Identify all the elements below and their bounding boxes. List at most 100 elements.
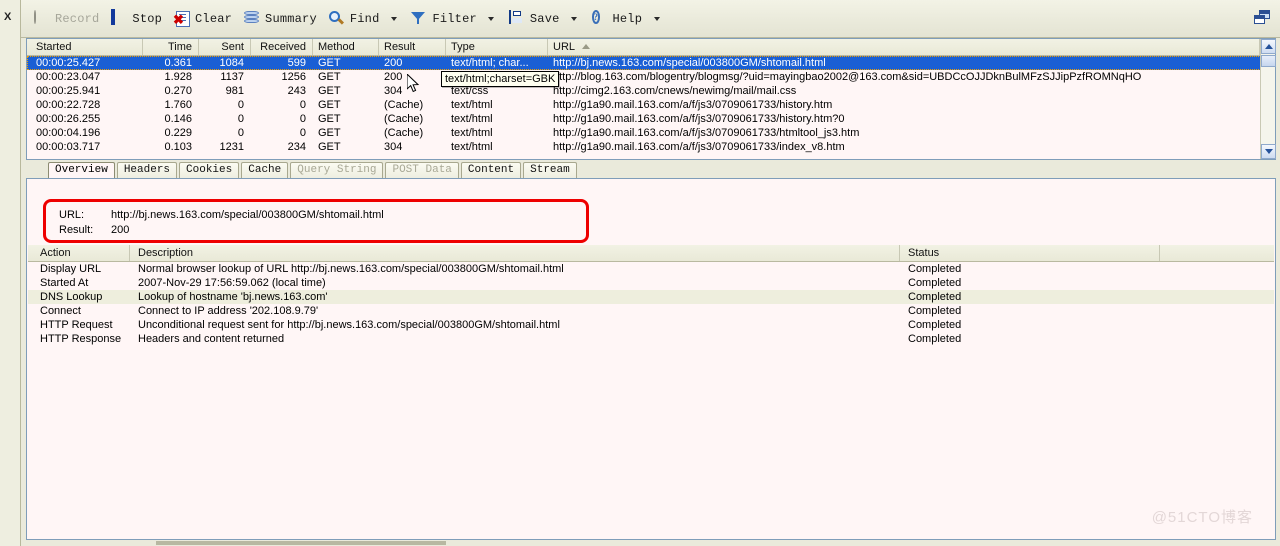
requests-grid-header: Started Time Sent Received Method Result Type U… (27, 39, 1275, 56)
summary-button[interactable]: Summary (239, 6, 322, 32)
request-cell-result: (Cache) (379, 112, 446, 126)
close-icon[interactable]: X (4, 12, 11, 23)
stop-label: Stop (132, 12, 162, 26)
column-header-sent[interactable]: Sent (199, 39, 251, 56)
tab-cache[interactable]: Cache (241, 162, 288, 178)
request-cell-method: GET (313, 70, 379, 84)
column-header-started[interactable]: Started (31, 39, 143, 56)
request-cell-sent: 0 (199, 112, 251, 126)
action-cell-action: HTTP Request (32, 318, 130, 332)
column-header-result[interactable]: Result (379, 39, 446, 56)
save-button[interactable]: Save (504, 6, 565, 32)
request-cell-method: GET (313, 126, 379, 140)
action-table-header: ActionDescriptionStatus (28, 245, 1274, 262)
action-cell-description: Headers and content returned (130, 332, 900, 346)
column-header-label: Started (36, 41, 71, 53)
filter-dropdown-arrow[interactable] (485, 8, 498, 30)
tab-content[interactable]: Content (461, 162, 521, 178)
help-label: Help (613, 12, 643, 26)
scroll-thumb[interactable] (1261, 55, 1276, 67)
action-cell-status: Completed (900, 276, 1160, 290)
request-cell-type: text/html (446, 98, 548, 112)
request-cell-result: 200 (379, 56, 446, 70)
request-cell-result: (Cache) (379, 126, 446, 140)
action-cell-description: Lookup of hostname 'bj.news.163.com' (130, 290, 900, 304)
stop-button[interactable]: Stop (106, 6, 167, 32)
column-header-label: Method (318, 41, 355, 53)
find-dropdown-arrow[interactable] (387, 8, 400, 30)
request-row[interactable]: 00:00:03.7170.1031231234GET304text/htmlh… (27, 140, 1275, 154)
result-label: Result: (59, 224, 93, 236)
scroll-up-icon[interactable] (1261, 39, 1276, 54)
action-row[interactable]: HTTP ResponseHeaders and content returne… (28, 332, 1274, 346)
help-icon: ? (592, 11, 608, 27)
action-row[interactable]: HTTP RequestUnconditional request sent f… (28, 318, 1274, 332)
save-dropdown-arrow[interactable] (568, 8, 581, 30)
clear-button[interactable]: ✖ Clear (169, 6, 237, 32)
request-row[interactable]: 00:00:25.4270.3611084599GET200text/html;… (27, 56, 1275, 70)
request-cell-method: GET (313, 98, 379, 112)
action-column-header-status[interactable]: Status (900, 245, 1160, 262)
request-cell-url: http://g1a90.mail.163.com/a/f/js3/070906… (548, 140, 1260, 154)
requests-grid-body[interactable]: 00:00:25.4270.3611084599GET200text/html;… (27, 56, 1275, 159)
request-cell-type: text/html (446, 112, 548, 126)
requests-vertical-scrollbar[interactable] (1260, 39, 1275, 159)
action-cell-action: Display URL (32, 262, 130, 276)
request-cell-time: 0.270 (143, 84, 199, 98)
save-label: Save (530, 12, 560, 26)
request-cell-result: 200 (379, 70, 446, 84)
help-button[interactable]: ? Help (587, 6, 648, 32)
bottom-scroll-strip[interactable] (21, 540, 1280, 546)
action-cell-action: DNS Lookup (32, 290, 130, 304)
restore-window-icon[interactable] (1254, 10, 1270, 24)
request-cell-started: 00:00:04.196 (31, 126, 143, 140)
action-cell-status: Completed (900, 318, 1160, 332)
request-cell-received: 1256 (251, 70, 313, 84)
column-header-time[interactable]: Time (143, 39, 199, 56)
action-row[interactable]: DNS LookupLookup of hostname 'bj.news.16… (28, 290, 1274, 304)
horizontal-scroll-thumb[interactable] (156, 541, 446, 545)
tab-headers[interactable]: Headers (117, 162, 177, 178)
tab-stream[interactable]: Stream (523, 162, 577, 178)
filter-button[interactable]: Filter (406, 6, 481, 32)
request-cell-time: 1.760 (143, 98, 199, 112)
action-cell-action: Connect (32, 304, 130, 318)
request-cell-method: GET (313, 84, 379, 98)
tab-overview[interactable]: Overview (48, 162, 115, 178)
action-cell-status: Completed (900, 332, 1160, 346)
summary-label: Summary (265, 12, 317, 26)
column-header-type[interactable]: Type (446, 39, 548, 56)
scroll-down-icon[interactable] (1261, 144, 1276, 159)
tab-cookies[interactable]: Cookies (179, 162, 239, 178)
find-button[interactable]: Find (324, 6, 385, 32)
request-cell-started: 00:00:25.941 (31, 84, 143, 98)
request-cell-sent: 1137 (199, 70, 251, 84)
action-cell-status: Completed (900, 304, 1160, 318)
action-row[interactable]: Started At2007-Nov-29 17:56:59.062 (loca… (28, 276, 1274, 290)
action-column-header-action[interactable]: Action (32, 245, 130, 262)
action-row[interactable]: ConnectConnect to IP address '202.108.9.… (28, 304, 1274, 318)
request-cell-received: 599 (251, 56, 313, 70)
request-row[interactable]: 00:00:23.0471.92811371256GET200http://bl… (27, 70, 1275, 84)
help-dropdown-arrow[interactable] (650, 8, 663, 30)
request-cell-time: 0.361 (143, 56, 199, 70)
request-cell-type: text/html; char... (446, 56, 548, 70)
tab-post-data: POST Data (385, 162, 458, 178)
request-cell-sent: 981 (199, 84, 251, 98)
column-header-received[interactable]: Received (251, 39, 313, 56)
action-cell-description: Unconditional request sent for http://bj… (130, 318, 900, 332)
request-row[interactable]: 00:00:26.2550.14600GET(Cache)text/htmlht… (27, 112, 1275, 126)
column-header-label: Type (451, 41, 475, 53)
action-row[interactable]: Display URLNormal browser lookup of URL … (28, 262, 1274, 276)
record-button[interactable]: Record (29, 6, 104, 32)
column-header-url[interactable]: URL (548, 39, 1260, 56)
filter-label: Filter (432, 12, 476, 26)
request-row[interactable]: 00:00:25.9410.270981243GET304text/csshtt… (27, 84, 1275, 98)
column-header-method[interactable]: Method (313, 39, 379, 56)
column-header-label: Sent (221, 41, 244, 53)
request-cell-method: GET (313, 56, 379, 70)
request-row[interactable]: 00:00:22.7281.76000GET(Cache)text/htmlht… (27, 98, 1275, 112)
action-column-header-description[interactable]: Description (130, 245, 900, 262)
request-cell-result: 304 (379, 140, 446, 154)
request-row[interactable]: 00:00:04.1960.22900GET(Cache)text/htmlht… (27, 126, 1275, 140)
